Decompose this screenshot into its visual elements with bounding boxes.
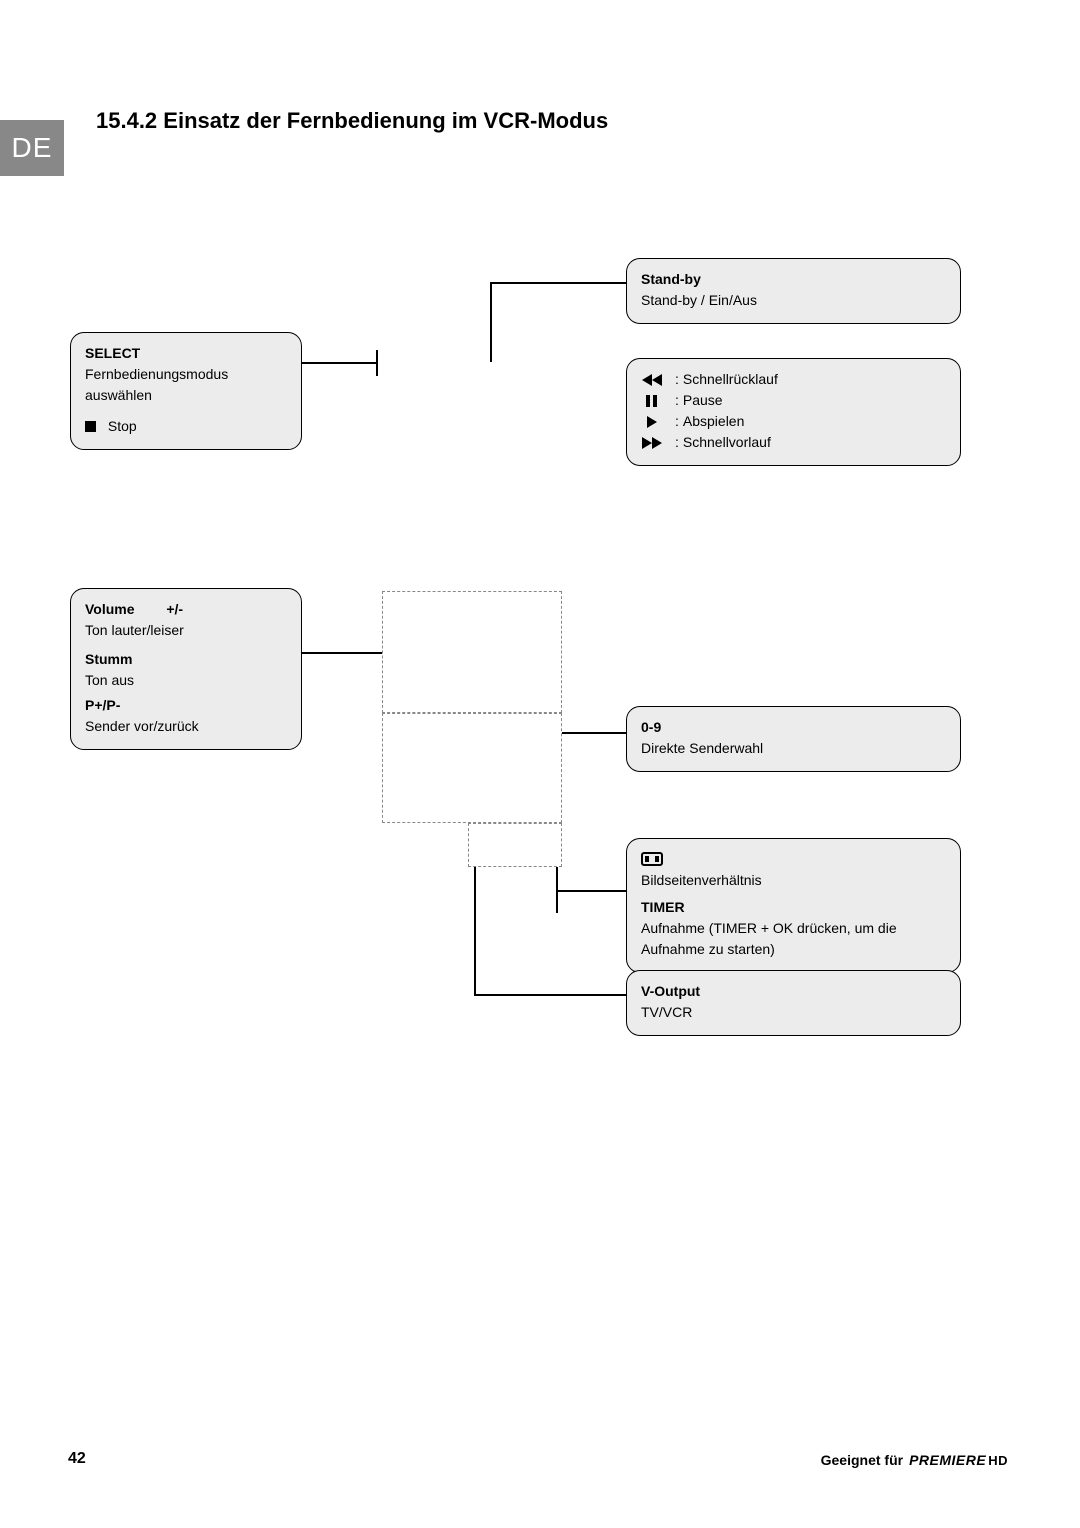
prog-title: P+/P- [85,695,287,716]
brand-suffix: HD [988,1453,1008,1468]
play-icon [641,416,675,428]
transport-rewind: Schnellrücklauf [683,369,778,390]
voutput-desc: TV/VCR [641,1002,946,1023]
select-title: SELECT [85,343,287,364]
standby-desc: Stand-by / Ein/Aus [641,290,946,311]
digits-title: 0-9 [641,717,946,738]
timer-desc: Aufnahme (TIMER + OK drücken, um die Auf… [641,918,946,960]
footer-label: Geeignet für [821,1452,903,1468]
mute-desc: Ton aus [85,670,287,691]
transport-pause: Pause [683,390,723,411]
select-stop: Stop [108,418,137,434]
digits-desc: Direkte Senderwahl [641,738,946,759]
stop-icon [85,421,96,432]
connector-select-v [376,350,378,376]
box-aspect-timer: Bildseitenverhältnis TIMER Aufnahme (TIM… [626,838,961,973]
prog-desc: Sender vor/zurück [85,716,287,737]
connector-standby-v [490,282,492,362]
transport-ffwd: Schnellvorlauf [683,432,771,453]
aspect-ratio-icon [641,852,663,866]
timer-title: TIMER [641,897,946,918]
box-voutput: V-Output TV/VCR [626,970,961,1036]
connector-digits-h [562,732,626,734]
section-heading: 15.4.2 Einsatz der Fernbedienung im VCR-… [96,108,608,134]
voutput-title: V-Output [641,981,946,1002]
box-select: SELECT Fernbedienungsmodus auswählen Sto… [70,332,302,450]
brand-name: PREMIERE [909,1452,986,1468]
connector-select-h [302,362,378,364]
footer-right: Geeignet für PREMIEREHD [821,1452,1008,1468]
box-standby: Stand-by Stand-by / Ein/Aus [626,258,961,324]
page-number: 42 [68,1450,86,1468]
connector-timer-v [556,867,558,913]
connector-standby-h [490,282,626,284]
remote-placeholder-2 [382,713,562,823]
remote-placeholder-3 [468,823,562,867]
box-digits: 0-9 Direkte Senderwahl [626,706,961,772]
rewind-icon [641,374,675,386]
footer-brand: PREMIEREHD [909,1452,1008,1468]
box-volume: Volume +/- Ton lauter/leiser Stumm Ton a… [70,588,302,750]
language-tab: DE [0,120,64,176]
pause-icon [641,395,675,407]
select-desc: Fernbedienungsmodus auswählen [85,364,287,406]
volume-desc: Ton lauter/leiser [85,620,287,641]
transport-play: Abspielen [683,411,745,432]
volume-sign: +/- [166,601,183,617]
connector-voutput-h [474,994,626,996]
connector-voutput-v [474,867,476,995]
mute-title: Stumm [85,649,287,670]
aspect-desc: Bildseitenverhältnis [641,870,946,891]
standby-title: Stand-by [641,269,946,290]
box-transport: : Schnellrücklauf : Pause : Abspielen : … [626,358,961,466]
connector-timer-h [556,890,626,892]
connector-volume-h [302,652,382,654]
volume-title: Volume [85,601,135,617]
remote-placeholder-1 [382,591,562,713]
ffwd-icon [641,437,675,449]
